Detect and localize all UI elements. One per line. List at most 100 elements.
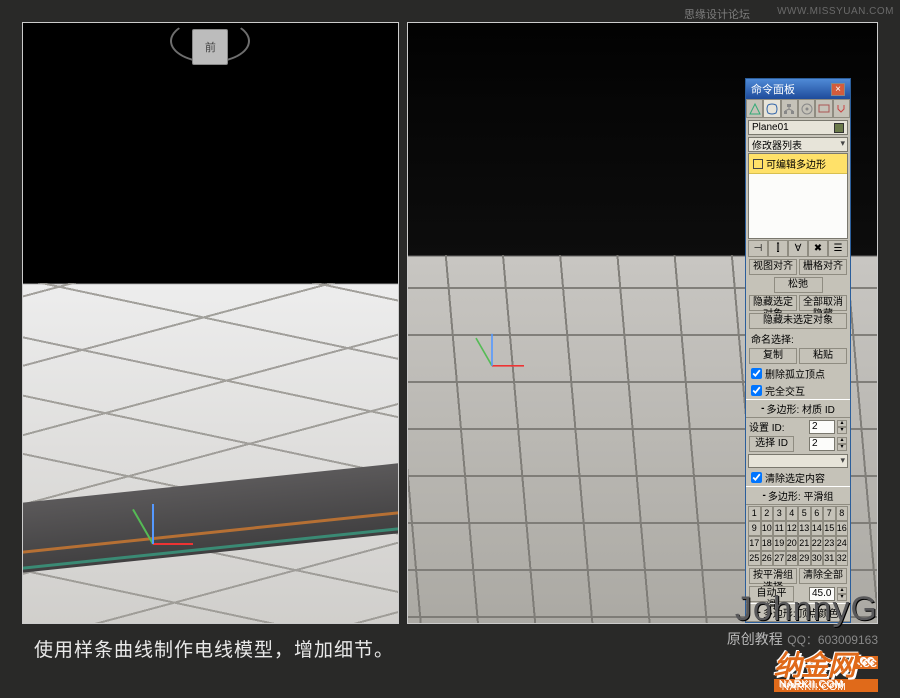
- smoothing-group-11[interactable]: 11: [773, 521, 786, 536]
- smoothing-group-10[interactable]: 10: [761, 521, 774, 536]
- smoothing-group-14[interactable]: 14: [811, 521, 824, 536]
- spinner-down-icon[interactable]: ▾: [837, 444, 847, 451]
- viewcube[interactable]: 前: [192, 29, 228, 65]
- button-unhide-all[interactable]: 全部取消隐藏: [799, 295, 847, 311]
- smoothing-group-22[interactable]: 22: [811, 536, 824, 551]
- check-clear-selection[interactable]: 清除选定内容: [746, 469, 850, 486]
- floor-grid: [22, 283, 399, 624]
- button-select-id[interactable]: 选择 ID: [749, 436, 794, 452]
- smoothing-group-25[interactable]: 25: [748, 551, 761, 566]
- watermark-logo: 纳金网.CC NARKII.COM: [774, 644, 878, 692]
- modifier-editable-poly[interactable]: 可编辑多边形: [749, 154, 847, 174]
- smoothing-group-18[interactable]: 18: [761, 536, 774, 551]
- object-color-swatch[interactable]: [834, 123, 844, 133]
- smoothing-group-2[interactable]: 2: [761, 506, 774, 521]
- checkbox-icon[interactable]: [751, 368, 762, 379]
- make-unique-icon[interactable]: ∀: [788, 240, 808, 257]
- check-delete-isolated[interactable]: 删除孤立顶点: [746, 365, 850, 382]
- smoothing-group-8[interactable]: 8: [836, 506, 849, 521]
- smoothing-group-26[interactable]: 26: [761, 551, 774, 566]
- smoothing-group-20[interactable]: 20: [786, 536, 799, 551]
- smoothing-group-29[interactable]: 29: [798, 551, 811, 566]
- smoothing-group-23[interactable]: 23: [823, 536, 836, 551]
- smoothing-group-5[interactable]: 5: [798, 506, 811, 521]
- floor-mesh: [22, 22, 399, 624]
- spinner-value[interactable]: 2: [809, 420, 835, 434]
- logo-cc: .CC: [855, 656, 878, 669]
- checkbox-icon[interactable]: [751, 385, 762, 396]
- checkbox-icon[interactable]: [751, 472, 762, 483]
- smoothing-group-9[interactable]: 9: [748, 521, 761, 536]
- smoothing-group-17[interactable]: 17: [748, 536, 761, 551]
- button-grid-align[interactable]: 栅格对齐: [799, 259, 847, 275]
- transform-gizmo-b[interactable]: [484, 341, 532, 389]
- button-paste[interactable]: 粘贴: [799, 348, 847, 364]
- check-full-interactive[interactable]: 完全交互: [746, 382, 850, 399]
- button-relax[interactable]: 松弛: [774, 277, 823, 293]
- smoothing-group-31[interactable]: 31: [823, 551, 836, 566]
- smoothing-group-28[interactable]: 28: [786, 551, 799, 566]
- modifier-stack-tools: ⊣ ⫿ ∀ ✖ ☰: [748, 240, 848, 257]
- smoothing-group-32[interactable]: 32: [836, 551, 849, 566]
- tab-motion[interactable]: [798, 99, 815, 118]
- label-named-selection: 命名选择:: [746, 330, 850, 347]
- smoothing-group-1[interactable]: 1: [748, 506, 761, 521]
- smoothing-group-30[interactable]: 30: [811, 551, 824, 566]
- configure-sets-icon[interactable]: ☰: [828, 240, 848, 257]
- smoothing-group-16[interactable]: 16: [836, 521, 849, 536]
- transform-gizmo[interactable]: [143, 513, 203, 573]
- caption: 使用样条曲线制作电线模型，增加细节。: [34, 635, 394, 662]
- axis-x[interactable]: [153, 543, 193, 545]
- tab-create[interactable]: [746, 99, 763, 118]
- modifier-list-dropdown[interactable]: 修改器列表: [748, 137, 848, 152]
- smoothing-group-13[interactable]: 13: [798, 521, 811, 536]
- panel-title: 命令面板: [751, 81, 795, 97]
- signature: JohnnyG 原创教程 QQ：603009163: [727, 590, 878, 649]
- show-end-result-icon[interactable]: ⫿: [768, 240, 788, 257]
- pin-stack-icon[interactable]: ⊣: [748, 240, 768, 257]
- spinner-down-icon[interactable]: ▾: [837, 427, 847, 434]
- spinner-up-icon[interactable]: ▴: [837, 437, 847, 444]
- smoothing-group-27[interactable]: 27: [773, 551, 786, 566]
- rollout-poly-material-id[interactable]: 多边形: 材质 ID: [746, 399, 850, 418]
- button-hide-selected[interactable]: 隐藏选定对象: [749, 295, 797, 311]
- viewport-perspective-a[interactable]: 前: [22, 22, 399, 624]
- spinner-value[interactable]: 2: [809, 437, 835, 451]
- command-panel-tabs: [746, 99, 850, 118]
- spinner-up-icon[interactable]: ▴: [837, 420, 847, 427]
- object-name-field[interactable]: Plane01: [748, 120, 848, 135]
- button-copy[interactable]: 复制: [749, 348, 797, 364]
- tab-display[interactable]: [815, 99, 832, 118]
- object-name-text: Plane01: [752, 122, 789, 133]
- smoothing-group-21[interactable]: 21: [798, 536, 811, 551]
- modifier-label: 可编辑多边形: [766, 156, 826, 171]
- smoothing-group-7[interactable]: 7: [823, 506, 836, 521]
- axis-z[interactable]: [152, 504, 154, 544]
- smoothing-group-12[interactable]: 12: [786, 521, 799, 536]
- button-clear-all-smooth[interactable]: 清除全部: [799, 568, 847, 584]
- button-hide-unselected[interactable]: 隐藏未选定对象: [749, 313, 847, 329]
- remove-modifier-icon[interactable]: ✖: [808, 240, 828, 257]
- modifier-stack[interactable]: 可编辑多边形: [748, 153, 848, 239]
- close-icon[interactable]: ×: [831, 83, 845, 96]
- panel-titlebar[interactable]: 命令面板 ×: [746, 79, 850, 99]
- button-select-by-smooth[interactable]: 按平滑组选择: [749, 568, 797, 584]
- smoothing-group-15[interactable]: 15: [823, 521, 836, 536]
- axis-z[interactable]: [491, 334, 493, 366]
- smoothing-group-24[interactable]: 24: [836, 536, 849, 551]
- spinner-select-id[interactable]: 2 ▴▾: [809, 437, 847, 451]
- smoothing-group-3[interactable]: 3: [773, 506, 786, 521]
- tab-utilities[interactable]: [833, 99, 850, 118]
- rollout-poly-smoothing[interactable]: 多边形: 平滑组: [746, 486, 850, 505]
- smoothing-group-19[interactable]: 19: [773, 536, 786, 551]
- button-view-align[interactable]: 视图对齐: [749, 259, 797, 275]
- axis-x[interactable]: [492, 365, 524, 367]
- material-name-dropdown[interactable]: [748, 454, 848, 468]
- smoothing-group-6[interactable]: 6: [811, 506, 824, 521]
- spinner-set-id[interactable]: 2 ▴▾: [809, 420, 847, 434]
- tab-modify[interactable]: [763, 99, 780, 118]
- header-site: 思缘设计论坛: [684, 6, 750, 22]
- modifier-toggle-icon[interactable]: [753, 159, 763, 169]
- smoothing-group-4[interactable]: 4: [786, 506, 799, 521]
- tab-hierarchy[interactable]: [781, 99, 798, 118]
